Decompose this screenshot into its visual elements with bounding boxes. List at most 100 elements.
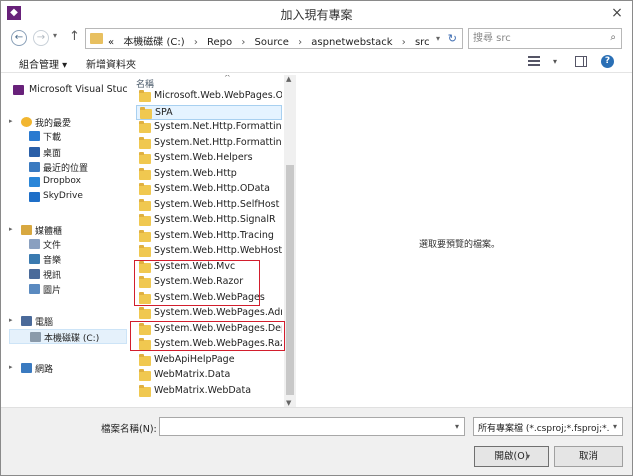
list-item[interactable]: WebMatrix.WebData [136, 384, 282, 399]
list-item-label: WebApiHelpPage [154, 353, 235, 365]
sidebar-item[interactable]: 音樂 [9, 252, 127, 267]
breadcrumb-separator[interactable]: › [194, 37, 198, 48]
preview-pane-icon[interactable] [575, 56, 587, 67]
breadcrumb-separator[interactable]: › [298, 37, 302, 48]
address-bar[interactable]: « 本機磁碟 (C:) › Repo › Source › aspnetwebs… [85, 28, 463, 49]
expand-icon[interactable]: ▸ [9, 225, 13, 233]
up-button[interactable]: ↑ [69, 29, 80, 44]
list-item[interactable]: System.Web.WebPages.Administration [136, 306, 282, 321]
expand-icon[interactable]: ▸ [9, 316, 13, 324]
list-item[interactable]: System.Web.Http.OData [136, 182, 282, 197]
expand-icon[interactable]: ▸ [9, 117, 13, 125]
sidebar-item[interactable]: ▸ 電腦 [9, 314, 127, 329]
filename-dropdown-icon[interactable]: ▾ [455, 422, 459, 431]
breadcrumb-item-aspnetwebstack[interactable]: aspnetwebstack [311, 37, 392, 48]
sidebar-item[interactable]: 本機磁碟 (C:) [9, 329, 127, 344]
list-item[interactable]: System.Net.Http.Formatting.NetCore [136, 136, 282, 151]
sidebar-item[interactable]: 文件 [9, 237, 127, 252]
list-item[interactable]: System.Web.Http.Tracing [136, 229, 282, 244]
list-item[interactable]: SPA [136, 104, 282, 120]
breadcrumb-item-src[interactable]: src [415, 37, 430, 48]
sidebar-item-label: Dropbox [43, 176, 81, 186]
list-item[interactable]: System.Web.Http.SignalR [136, 213, 282, 228]
folder-icon [90, 33, 103, 44]
view-options-icon[interactable] [528, 55, 542, 67]
list-item[interactable]: WebApiHelpPage [136, 353, 282, 368]
navigation-pane: Microsoft Visual Stuc ▸ 我的最愛下載桌面最近的位置 Dropb… [9, 77, 128, 407]
sidebar-item[interactable]: 圖片 [9, 282, 127, 297]
drive-icon [30, 332, 41, 342]
breadcrumb-separator[interactable]: › [402, 37, 406, 48]
sidebar-item-label: 下載 [43, 133, 62, 143]
file-list-scrollbar[interactable]: ▲ ▼ [284, 75, 296, 407]
file-type-filter-select[interactable]: 所有專案檔 (*.csproj;*.fsproj;*. [473, 417, 623, 436]
sidebar-item[interactable]: ▸ 網路 [9, 361, 127, 376]
documents-icon [29, 239, 40, 249]
help-icon[interactable]: ? [601, 55, 614, 68]
breadcrumb-overflow[interactable]: « [108, 37, 114, 48]
sidebar-item[interactable]: ▸ 媒體櫃 [9, 223, 127, 238]
list-item-label: WebMatrix.Data [154, 369, 231, 380]
open-button-label: 開啟(O) [494, 451, 529, 462]
search-box[interactable]: ⌕ [468, 28, 622, 49]
list-item[interactable]: WebMatrix.Data [136, 368, 282, 383]
scroll-down-icon[interactable]: ▼ [286, 399, 291, 407]
list-item[interactable]: System.Web.Helpers [136, 151, 282, 166]
scroll-thumb[interactable] [286, 165, 294, 395]
refresh-button[interactable]: ↻ [448, 32, 457, 45]
sidebar-item[interactable]: 視訊 [9, 267, 127, 282]
filename-input[interactable] [159, 417, 465, 436]
sidebar-item-label: 音樂 [43, 256, 62, 266]
list-item[interactable]: System.Web.Http.WebHost [136, 244, 282, 259]
sidebar-item[interactable]: Dropbox [9, 175, 127, 190]
folder-icon [139, 198, 151, 211]
sidebar-item[interactable]: 下載 [9, 129, 127, 144]
new-folder-button[interactable]: 新增資料夾 [86, 56, 136, 71]
open-button[interactable]: 開啟(O) [474, 446, 549, 467]
breadcrumb-item-drive[interactable]: 本機磁碟 (C:) [123, 37, 184, 48]
list-item-label: System.Web.Http.SelfHost [154, 198, 280, 210]
recent-locations-chevron-icon[interactable]: ▾ [53, 31, 57, 40]
list-item[interactable]: System.Web.Http.SelfHost [136, 198, 282, 213]
view-icon-line [528, 60, 540, 62]
breadcrumb-separator[interactable]: › [241, 37, 245, 48]
view-icon-line [528, 56, 540, 58]
network-icon [21, 363, 32, 373]
forward-button[interactable]: → [33, 30, 49, 46]
folder-icon [139, 229, 151, 242]
folder-icon [139, 369, 151, 381]
back-button[interactable]: ← [11, 30, 27, 46]
sidebar-item-label: 本機磁碟 (C:) [44, 334, 100, 344]
sidebar-item-label: 最近的位置 [43, 164, 89, 174]
list-item[interactable]: System.Net.Http.Formatting [136, 120, 282, 135]
sidebar-item[interactable]: Microsoft Visual Stuc [9, 83, 128, 98]
breadcrumb-item-repo[interactable]: Repo [207, 37, 232, 48]
highlight-box-webpages-deployment-razor [130, 321, 285, 351]
sidebar-item-label: 文件 [43, 241, 62, 251]
breadcrumb-item-source[interactable]: Source [255, 37, 289, 48]
list-item[interactable]: Microsoft.Web.WebPages.OAuth [136, 89, 282, 104]
open-dropdown-icon[interactable]: ▾ [526, 452, 530, 461]
view-icon-line [528, 64, 540, 66]
expand-icon[interactable]: ▸ [9, 363, 13, 371]
cancel-button[interactable]: 取消 [554, 446, 623, 467]
dialog-title: 加入現有專案 [280, 8, 353, 22]
close-button[interactable]: × [610, 6, 624, 20]
sidebar-item[interactable]: SkyDrive [9, 190, 127, 205]
skydrive-icon [29, 192, 40, 202]
list-item-label: System.Web.Http [154, 167, 237, 179]
sidebar-item-label: 電腦 [35, 318, 54, 328]
organize-button[interactable]: 組合管理 ▾ [19, 56, 67, 71]
list-item[interactable]: System.Web.Http [136, 167, 282, 182]
sidebar-item[interactable]: 最近的位置 [9, 160, 127, 175]
file-type-dropdown-icon[interactable]: ▾ [613, 422, 617, 431]
list-item-label: SPA [155, 106, 173, 118]
view-dropdown-icon[interactable]: ▾ [553, 57, 557, 66]
address-dropdown-icon[interactable]: ▾ [436, 34, 440, 43]
search-icon[interactable]: ⌕ [610, 32, 616, 43]
scroll-up-icon[interactable]: ▲ [286, 75, 291, 83]
video-icon [29, 269, 40, 279]
sidebar-item[interactable]: ▸ 我的最愛 [9, 115, 127, 130]
search-input[interactable] [473, 31, 601, 46]
sidebar-item[interactable]: 桌面 [9, 145, 127, 160]
